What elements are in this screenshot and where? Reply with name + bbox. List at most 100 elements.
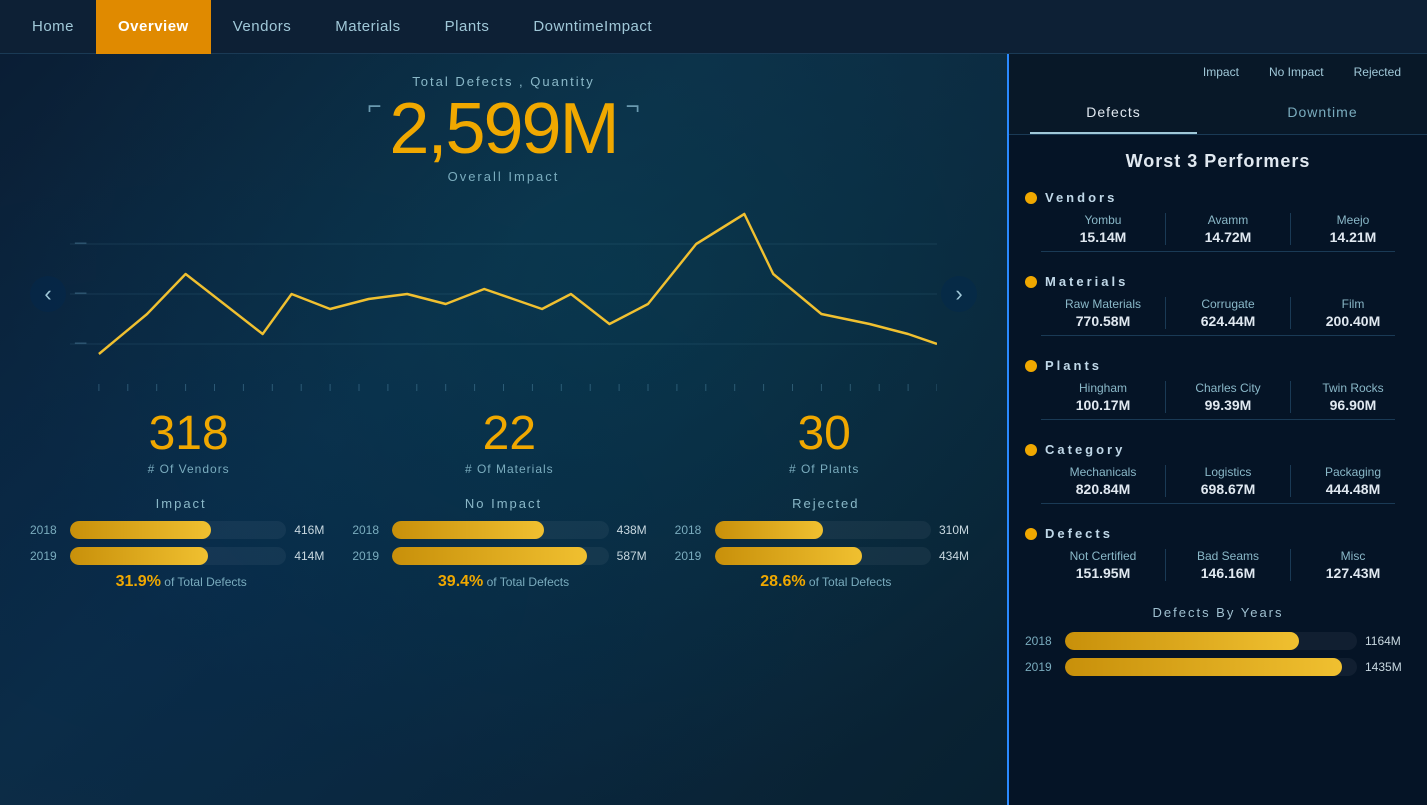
dby-row-1: 2019 1435M	[1009, 654, 1427, 680]
dby-fill-1	[1065, 658, 1342, 676]
bar-track-1-1	[392, 547, 608, 565]
stat-materials-label: # Of Materials	[465, 462, 554, 476]
performer-section-0: VendorsYombu15.14MAvamm14.72MMeejo14.21M	[1009, 182, 1427, 266]
performer-items-3: Mechanicals820.84MLogistics698.67MPackag…	[1025, 465, 1411, 497]
nav-materials[interactable]: Materials	[313, 0, 422, 54]
dby-value-1: 1435M	[1365, 660, 1411, 674]
line-chart-wrapper: ‹ — — —	[70, 194, 937, 394]
performer-value-3-1: 698.67M	[1170, 481, 1286, 497]
total-defects-label: Total Defects , Quantity	[30, 74, 977, 89]
performer-dot-1	[1025, 276, 1037, 288]
chart-next-button[interactable]: ›	[941, 276, 977, 312]
nav-plants[interactable]: Plants	[423, 0, 512, 54]
impact-group-0: Impact2018416M2019414M31.9% of Total Def…	[30, 496, 332, 591]
performer-sep-2	[1041, 419, 1395, 420]
impact-title-0: Impact	[30, 496, 332, 511]
performers-container: VendorsYombu15.14MAvamm14.72MMeejo14.21M…	[1009, 182, 1427, 595]
performer-divider-3-2	[1290, 465, 1291, 497]
chart-prev-button[interactable]: ‹	[30, 276, 66, 312]
filter-impact[interactable]: Impact	[1193, 62, 1249, 82]
bar-year-2-1: 2019	[675, 549, 707, 563]
main-layout: Total Defects , Quantity ⌐ 2,599M ¬ Over…	[0, 54, 1427, 805]
bracket-right-icon: ¬	[626, 95, 640, 119]
performer-item-3-1: Logistics698.67M	[1170, 465, 1286, 497]
performer-value-1-2: 200.40M	[1295, 313, 1411, 329]
bar-year-0-1: 2019	[30, 549, 62, 563]
svg-text:—: —	[75, 336, 87, 349]
bar-row-0-0: 2018416M	[30, 521, 332, 539]
impact-pct-label-2: of Total Defects	[806, 575, 892, 589]
impact-group-1: No Impact2018438M2019587M39.4% of Total …	[352, 496, 654, 591]
bar-value-0-0: 416M	[294, 523, 332, 537]
performer-name-4-1: Bad Seams	[1170, 549, 1286, 563]
performer-name-0-1: Avamm	[1170, 213, 1286, 227]
dby-track-1	[1065, 658, 1357, 676]
performer-name-1-1: Corrugate	[1170, 297, 1286, 311]
impact-footer-1: 39.4% of Total Defects	[352, 573, 654, 591]
bar-fill-2-0	[715, 521, 823, 539]
performer-value-0-0: 15.14M	[1045, 229, 1161, 245]
nav-vendors[interactable]: Vendors	[211, 0, 314, 54]
performer-divider-2-1	[1165, 381, 1166, 413]
tab-downtime[interactable]: Downtime	[1218, 90, 1427, 134]
dby-value-0: 1164M	[1365, 634, 1411, 648]
filter-rejected[interactable]: Rejected	[1344, 62, 1411, 82]
impact-pct-label-1: of Total Defects	[483, 575, 569, 589]
chart-section: Total Defects , Quantity ⌐ 2,599M ¬ Over…	[30, 74, 977, 394]
performer-divider-4-2	[1290, 549, 1291, 581]
worst-performers-title: Worst 3 Performers	[1009, 135, 1427, 182]
performer-item-2-1: Charles City99.39M	[1170, 381, 1286, 413]
left-panel: Total Defects , Quantity ⌐ 2,599M ¬ Over…	[0, 54, 1007, 805]
performer-category-1: Materials	[1045, 274, 1128, 289]
tab-defects[interactable]: Defects	[1009, 90, 1218, 134]
performer-category-0: Vendors	[1045, 190, 1117, 205]
impact-title-2: Rejected	[675, 496, 977, 511]
performer-section-2: Plants Hingham 100.17M Charles City99.39M Tw…	[1009, 350, 1427, 434]
performer-category-3: Category	[1045, 442, 1125, 457]
nav-home[interactable]: Home	[10, 0, 96, 54]
total-defects-display: ⌐ 2,599M ¬	[30, 93, 977, 165]
performer-header-2: Plants	[1025, 358, 1411, 373]
performer-value-2-0: 100.17M	[1045, 397, 1161, 413]
bar-row-0-1: 2019 414M	[30, 547, 332, 565]
performer-sep-1	[1041, 335, 1395, 336]
bar-value-2-0: 310M	[939, 523, 977, 537]
impact-pct-1: 39.4%	[438, 573, 483, 590]
filter-no-impact[interactable]: No Impact	[1259, 62, 1334, 82]
bar-year-1-0: 2018	[352, 523, 384, 537]
performer-section-3: Category Mechanicals820.84MLogistics698.6…	[1009, 434, 1427, 518]
performer-value-4-1: 146.16M	[1170, 565, 1286, 581]
performer-divider-1-2	[1290, 297, 1291, 329]
performer-sep-3	[1041, 503, 1395, 504]
performer-value-0-1: 14.72M	[1170, 229, 1286, 245]
line-chart-svg: — — —	[70, 194, 937, 394]
impact-title-1: No Impact	[352, 496, 654, 511]
bar-fill-1-1	[392, 547, 587, 565]
performer-item-0-1: Avamm 14.72M	[1170, 213, 1286, 245]
performer-name-2-0: Hingham	[1045, 381, 1161, 395]
performer-item-2-0: Hingham 100.17M	[1045, 381, 1161, 413]
nav-downtime-impact[interactable]: DowntimeImpact	[511, 0, 674, 54]
stat-materials: 22 # Of Materials	[465, 410, 554, 476]
bar-row-2-0: 2018310M	[675, 521, 977, 539]
bracket-left-icon: ⌐	[367, 95, 381, 119]
dby-year-1: 2019	[1025, 660, 1057, 674]
defects-by-years-title: Defects By Years	[1009, 595, 1427, 628]
performer-value-4-0: 151.95M	[1045, 565, 1161, 581]
performer-name-2-2: Twin Rocks	[1295, 381, 1411, 395]
performer-item-1-0: Raw Materials770.58M	[1045, 297, 1161, 329]
performer-item-2-2: Twin Rocks96.90M	[1295, 381, 1411, 413]
performer-name-0-2: Meejo	[1295, 213, 1411, 227]
total-defects-value: 2,599M	[389, 93, 617, 165]
dby-track-0	[1065, 632, 1357, 650]
bar-value-0-1: 414M	[294, 549, 332, 563]
performer-item-0-2: Meejo 14.21M	[1295, 213, 1411, 245]
impact-group-2: Rejected2018310M2019434M28.6% of Total D…	[675, 496, 977, 591]
performer-value-2-1: 99.39M	[1170, 397, 1286, 413]
performer-item-4-1: Bad Seams 146.16M	[1170, 549, 1286, 581]
performer-header-1: Materials	[1025, 274, 1411, 289]
nav-overview[interactable]: Overview	[96, 0, 211, 54]
performer-value-0-2: 14.21M	[1295, 229, 1411, 245]
bar-value-1-1: 587M	[617, 549, 655, 563]
performer-item-3-2: Packaging444.48M	[1295, 465, 1411, 497]
